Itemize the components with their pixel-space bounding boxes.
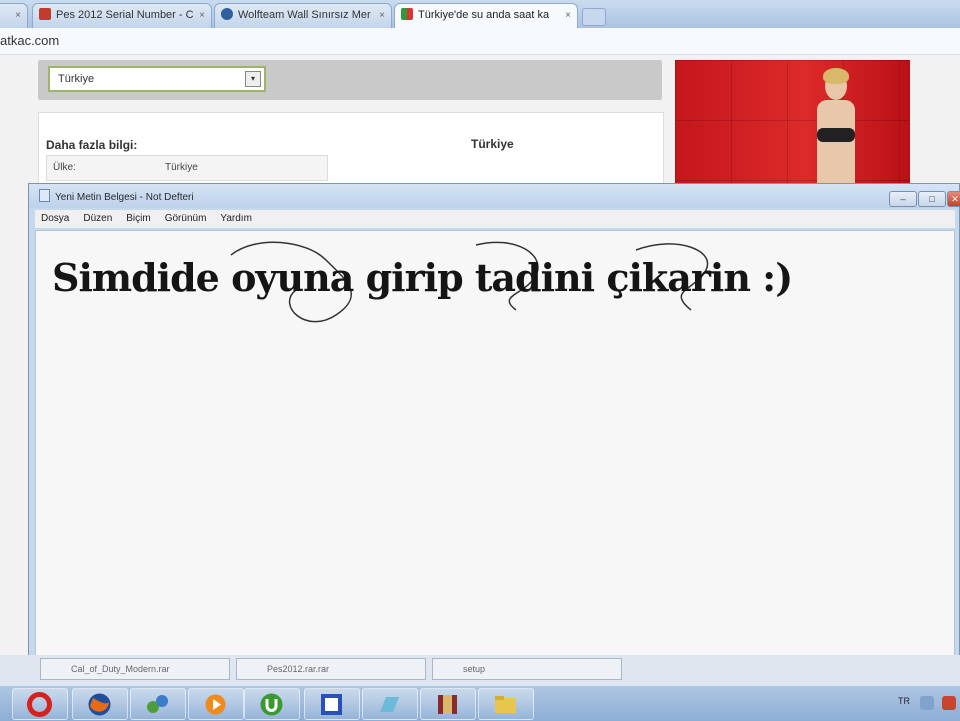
taskbar-firefox[interactable] — [72, 688, 128, 720]
country-select[interactable]: Türkiye ▾ — [48, 66, 266, 92]
notepad-titlebar[interactable]: Yeni Metin Belgesi - Not Defteri – □ ✕ — [29, 184, 960, 208]
menu-gorunum[interactable]: Görünüm — [165, 213, 207, 224]
menu-bicim[interactable]: Biçim — [126, 213, 150, 224]
tab-label: Wolfteam Wall Sınırsız Mer — [238, 9, 371, 21]
close-button[interactable]: ✕ — [947, 191, 960, 207]
notepad-icon — [39, 189, 50, 202]
taskbar-notepad[interactable] — [362, 688, 418, 720]
taskbar-window-app[interactable] — [304, 688, 360, 720]
taskbar-winrar[interactable] — [420, 688, 476, 720]
notepad-title-wrap: Yeni Metin Belgesi - Not Defteri — [39, 189, 194, 203]
dropdown-arrow-icon[interactable]: ▾ — [245, 71, 261, 87]
tab-partial[interactable]: × — [0, 3, 28, 28]
info-row-key: Ülke: — [53, 162, 76, 173]
opera-icon — [27, 692, 52, 717]
network-icon — [147, 695, 168, 713]
taskbar-network[interactable] — [130, 688, 186, 720]
minimize-button[interactable]: – — [889, 191, 917, 207]
firefox-icon — [88, 693, 111, 716]
utorrent-icon — [260, 693, 283, 716]
maximize-button[interactable]: □ — [918, 191, 946, 207]
tray-alert-icon[interactable] — [942, 696, 956, 710]
address-bar[interactable]: atkac.com — [0, 28, 960, 55]
taskbar-utorrent[interactable] — [244, 688, 300, 720]
media-player-icon — [205, 694, 226, 715]
tab-pes-2012[interactable]: Pes 2012 Serial Number - C × — [32, 3, 212, 28]
info-row: Ülke: Türkiye — [46, 155, 328, 181]
advertisement-image[interactable] — [675, 60, 910, 188]
country-heading: Türkiye — [471, 137, 514, 151]
notepad-text-area[interactable]: Simdide oyuna girip tadini çikarin :) — [35, 230, 955, 656]
tab-label: Türkiye'de su anda saat ka — [418, 9, 550, 21]
folder-icon — [495, 696, 516, 713]
close-icon[interactable]: × — [379, 4, 385, 27]
window-app-icon — [321, 694, 342, 715]
menu-dosya[interactable]: Dosya — [41, 213, 69, 224]
browser-tab-strip: × Pes 2012 Serial Number - C × Wolfteam … — [0, 0, 960, 28]
download-item[interactable]: setup — [432, 658, 622, 680]
download-item[interactable]: Pes2012.rar.rar — [236, 658, 426, 680]
download-item[interactable]: Cal_of_Duty_Modern.rar — [40, 658, 230, 680]
taskbar: TR — [0, 685, 960, 721]
tab-turkiye-saat[interactable]: Türkiye'de su anda saat ka × — [394, 3, 578, 28]
menu-yardim[interactable]: Yardım — [220, 213, 252, 224]
close-icon[interactable]: × — [199, 4, 205, 27]
notepad-text: Simdide oyuna girip tadini çikarin :) — [52, 255, 793, 300]
tab-wolfteam[interactable]: Wolfteam Wall Sınırsız Mer × — [214, 3, 392, 28]
site-favicon-icon — [401, 8, 413, 20]
new-tab-button[interactable] — [582, 8, 606, 26]
info-title: Daha fazla bilgi: — [46, 138, 138, 152]
language-indicator[interactable]: TR — [898, 696, 910, 706]
close-icon[interactable]: × — [565, 4, 571, 27]
info-row-value: Türkiye — [165, 162, 198, 173]
country-select-value: Türkiye — [58, 73, 95, 85]
tray-network-icon[interactable] — [920, 696, 934, 710]
model-figure — [807, 68, 867, 188]
tab-label: Pes 2012 Serial Number - C — [56, 9, 194, 21]
winrar-icon — [438, 695, 457, 714]
notepad-menubar: Dosya Düzen Biçim Görünüm Yardım — [35, 210, 955, 228]
notepad-window: Yeni Metin Belgesi - Not Defteri – □ ✕ D… — [28, 183, 960, 665]
globe-favicon-icon — [221, 8, 233, 20]
menu-duzen[interactable]: Düzen — [83, 213, 112, 224]
address-url[interactable]: atkac.com — [0, 33, 59, 48]
country-select-panel: Türkiye ▾ — [38, 60, 662, 100]
close-icon[interactable]: × — [15, 4, 21, 27]
site-favicon-icon — [39, 8, 51, 20]
taskbar-folder[interactable] — [478, 688, 534, 720]
notepad-icon — [380, 697, 399, 712]
notepad-title: Yeni Metin Belgesi - Not Defteri — [55, 192, 194, 203]
taskbar-opera[interactable] — [12, 688, 68, 720]
taskbar-media-player[interactable] — [188, 688, 244, 720]
download-bar: Cal_of_Duty_Modern.rar Pes2012.rar.rar s… — [0, 655, 960, 685]
